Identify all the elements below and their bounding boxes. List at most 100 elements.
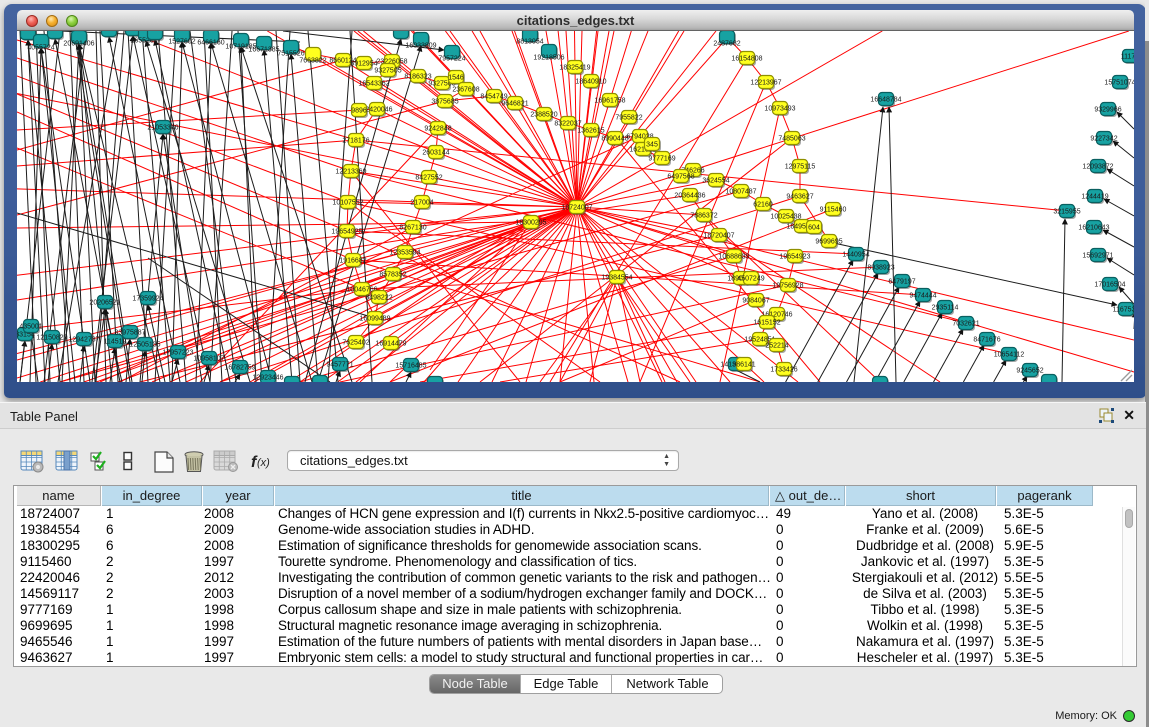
svg-text:(x): (x) [257, 457, 270, 469]
svg-text:7032621: 7032621 [952, 321, 979, 328]
svg-text:19218506: 19218506 [533, 55, 564, 62]
svg-text:7515526: 7515526 [277, 51, 304, 58]
svg-text:17359924: 17359924 [132, 296, 163, 303]
svg-text:1362615: 1362615 [577, 128, 604, 135]
svg-text:18640910: 18640910 [575, 79, 606, 86]
svg-text:10688639: 10688639 [718, 254, 749, 261]
svg-text:2367608: 2367608 [452, 87, 479, 94]
svg-text:4055724: 4055724 [27, 45, 54, 52]
svg-text:9474444: 9474444 [909, 293, 936, 300]
svg-text:20691406: 20691406 [63, 41, 94, 48]
svg-text:1244419: 1244419 [1081, 194, 1108, 201]
svg-text:10654112: 10654112 [994, 352, 1025, 359]
svg-text:10958107: 10958107 [193, 356, 224, 363]
svg-text:9463627: 9463627 [786, 194, 813, 201]
svg-text:7625402: 7625402 [342, 340, 369, 347]
svg-text:12942737: 12942737 [68, 337, 99, 344]
svg-text:19654923: 19654923 [779, 254, 810, 261]
svg-text:8267130: 8267130 [399, 225, 426, 232]
svg-text:18720407: 18720407 [703, 233, 734, 240]
svg-text:21053346: 21053346 [147, 125, 178, 132]
svg-text:7485063: 7485063 [778, 136, 805, 143]
svg-text:7957224: 7957224 [438, 56, 465, 63]
svg-text:1527602: 1527602 [168, 39, 195, 46]
svg-text:9245652: 9245652 [1016, 368, 1043, 375]
svg-text:8471676: 8471676 [973, 337, 1000, 344]
svg-text:9777169: 9777169 [648, 156, 675, 163]
svg-text:9115460: 9115460 [820, 207, 847, 214]
svg-text:12213967: 12213967 [750, 80, 781, 87]
svg-text:3215955: 3215955 [1053, 209, 1080, 216]
svg-text:12505135: 12505135 [129, 342, 160, 349]
svg-text:9896: 9896 [351, 108, 367, 115]
svg-text:6497568: 6497568 [667, 174, 694, 181]
svg-text:8813054: 8813054 [516, 39, 543, 46]
svg-text:9646821: 9646821 [501, 101, 528, 108]
svg-text:252214: 252214 [765, 343, 788, 350]
svg-text:62160: 62160 [753, 202, 773, 209]
svg-text:7886372: 7886372 [690, 213, 717, 220]
svg-text:19654925: 19654925 [331, 229, 362, 236]
svg-text:15692971: 15692971 [1082, 253, 1113, 260]
svg-text:12213369: 12213369 [335, 169, 366, 176]
svg-text:17016504: 17016504 [1094, 282, 1125, 289]
svg-text:33975887: 33975887 [114, 330, 145, 337]
svg-text:20364436: 20364436 [674, 193, 705, 200]
svg-text:1546: 1546 [448, 75, 464, 82]
svg-text:1440954: 1440954 [842, 252, 869, 259]
svg-text:1733426: 1733426 [770, 367, 797, 374]
svg-text:12093872: 12093872 [1082, 164, 1113, 171]
svg-text:2603144: 2603144 [422, 150, 449, 157]
svg-text:16210643: 16210643 [1078, 225, 1109, 232]
svg-text:11172: 11172 [1121, 54, 1134, 61]
svg-text:10973493: 10973493 [764, 106, 795, 113]
svg-text:7663822: 7663822 [299, 58, 326, 65]
svg-text:16914479: 16914479 [375, 341, 406, 348]
svg-text:7955822: 7955822 [615, 115, 642, 122]
svg-text:16648784: 16648784 [870, 97, 901, 104]
svg-text:1615152: 1615152 [753, 320, 780, 327]
svg-text:9327505: 9327505 [374, 68, 401, 75]
svg-text:12353594: 12353594 [389, 250, 420, 257]
svg-text:8186323: 8186323 [404, 74, 431, 81]
svg-text:986141: 986141 [732, 362, 755, 369]
svg-text:8578352: 8578352 [379, 272, 406, 279]
svg-text:12150829: 12150829 [36, 335, 67, 342]
svg-text:15716485: 15716485 [395, 363, 426, 370]
svg-text:435001: 435001 [19, 324, 42, 331]
svg-text:6479197: 6479197 [888, 279, 915, 286]
svg-text:10107552: 10107552 [332, 200, 363, 207]
svg-text:217004: 217004 [410, 200, 433, 207]
svg-text:19756928: 19756928 [772, 283, 803, 290]
svg-text:9699695: 9699695 [815, 239, 842, 246]
svg-text:16543362: 16543362 [358, 81, 389, 88]
svg-text:16782759: 16782759 [224, 365, 255, 372]
svg-text:2388520: 2388520 [530, 112, 557, 119]
svg-text:18300295: 18300295 [515, 220, 546, 227]
svg-text:8454749: 8454749 [480, 94, 507, 101]
svg-text:1916682: 1916682 [339, 258, 366, 265]
svg-text:4507249: 4507249 [737, 276, 764, 283]
svg-text:16099489: 16099489 [359, 316, 390, 323]
svg-text:8912954: 8912954 [350, 61, 377, 68]
svg-text:18724007: 18724007 [561, 205, 592, 212]
svg-text:2935114: 2935114 [932, 305, 959, 312]
svg-text:15751074: 15751074 [1104, 80, 1134, 87]
svg-text:6466160: 6466160 [197, 40, 224, 47]
svg-text:3498222: 3498222 [365, 295, 392, 302]
svg-text:16961758: 16961758 [594, 98, 625, 105]
svg-text:8938923: 8938923 [867, 265, 894, 272]
svg-text:20206521: 20206521 [89, 300, 120, 307]
svg-text:16033809: 16033809 [405, 43, 436, 50]
svg-text:8427552: 8427552 [415, 175, 442, 182]
svg-text:19384554: 19384554 [601, 275, 632, 282]
svg-text:2718176: 2718176 [342, 138, 369, 145]
svg-text:9457771: 9457771 [326, 362, 353, 369]
svg-text:9242848: 9242848 [424, 126, 451, 133]
svg-text:12975115: 12975115 [785, 164, 816, 171]
svg-text:18325419: 18325419 [559, 65, 590, 72]
svg-text:3624554: 3624554 [702, 178, 729, 185]
svg-text:8322037: 8322037 [554, 121, 581, 128]
svg-text:9084067: 9084067 [742, 298, 769, 305]
svg-text:8990448: 8990448 [601, 136, 628, 143]
